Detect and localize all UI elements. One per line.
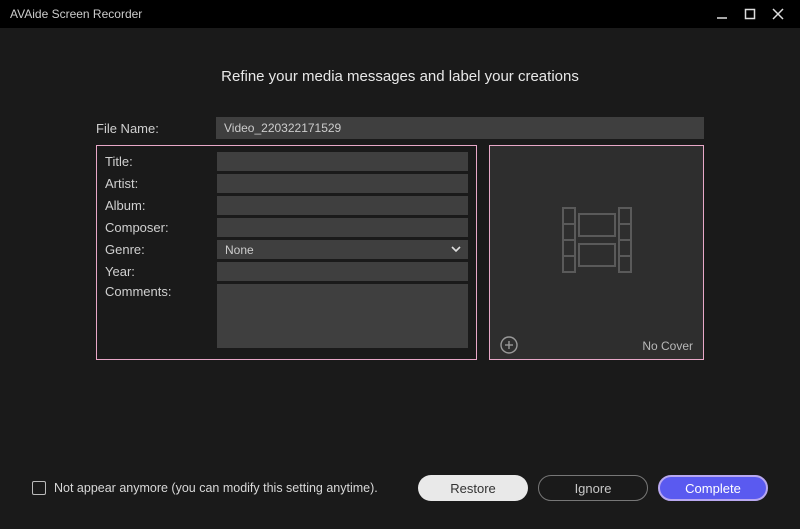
footer: Not appear anymore (you can modify this … [0,475,800,501]
composer-label: Composer: [105,220,217,235]
artist-input[interactable] [217,174,468,193]
not-appear-checkbox[interactable] [32,481,46,495]
app-title: AVAide Screen Recorder [10,7,142,21]
complete-button[interactable]: Complete [658,475,768,501]
film-frame-icon [555,202,639,278]
maximize-button[interactable] [736,8,764,20]
album-input[interactable] [217,196,468,215]
titlebar: AVAide Screen Recorder [0,0,800,28]
not-appear-label: Not appear anymore (you can modify this … [54,481,378,495]
main-content: Refine your media messages and label you… [0,28,800,360]
page-heading: Refine your media messages and label you… [96,68,704,85]
ignore-button[interactable]: Ignore [538,475,648,501]
year-input[interactable] [217,262,468,281]
filename-row: File Name: [96,117,704,139]
album-label: Album: [105,198,217,213]
cover-panel: No Cover [489,145,704,360]
comments-input[interactable] [217,284,468,348]
add-cover-button[interactable] [500,336,518,357]
comments-label: Comments: [105,284,217,299]
artist-label: Artist: [105,176,217,191]
cover-preview [490,146,703,333]
composer-input[interactable] [217,218,468,237]
restore-button[interactable]: Restore [418,475,528,501]
filename-label: File Name: [96,121,216,136]
plus-circle-icon [500,336,518,354]
genre-label: Genre: [105,242,217,257]
filename-input[interactable] [216,117,704,139]
genre-select[interactable] [217,240,468,259]
minimize-button[interactable] [708,8,736,20]
year-label: Year: [105,264,217,279]
metadata-panel: Title: Artist: Album: Composer: Genre: [96,145,477,360]
close-button[interactable] [764,8,792,20]
title-label: Title: [105,154,217,169]
no-cover-text: No Cover [642,339,693,353]
title-input[interactable] [217,152,468,171]
